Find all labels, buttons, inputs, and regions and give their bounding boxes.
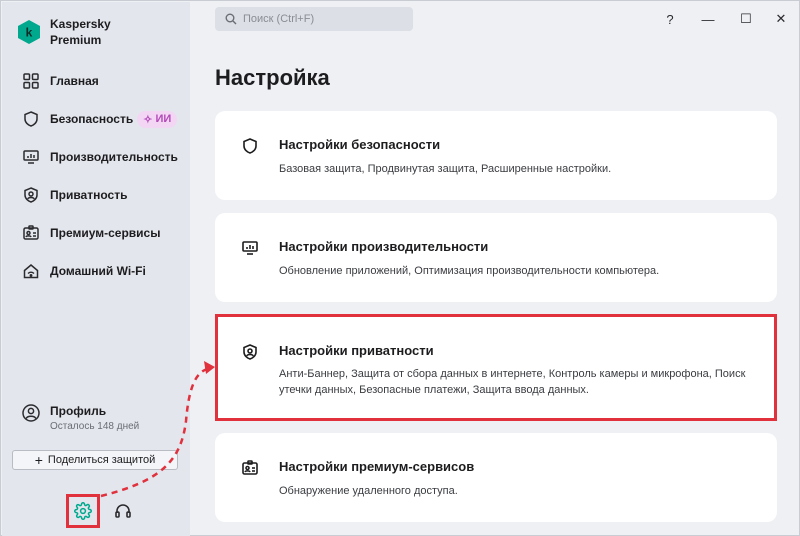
share-protection-button[interactable]: + Поделиться защитой xyxy=(12,450,178,470)
sidebar-item-label: Производительность xyxy=(50,150,178,164)
brand: k Kaspersky Premium xyxy=(18,16,111,48)
page-title: Настройка xyxy=(215,65,330,90)
share-button-label: Поделиться защитой xyxy=(47,454,156,466)
card-description: Обнаружение удаленного доступа. xyxy=(279,485,458,497)
headset-icon xyxy=(114,502,132,520)
card-security-settings[interactable]: Настройки безопасности Базовая защита, П… xyxy=(215,111,777,200)
monitor-icon xyxy=(22,148,40,166)
user-icon xyxy=(22,404,40,422)
brand-line-1: Kaspersky xyxy=(50,17,111,31)
sidebar-item-security[interactable]: Безопасность ✧ ИИ xyxy=(2,102,190,136)
home-wifi-icon xyxy=(22,262,40,280)
minimize-button[interactable]: — xyxy=(698,9,718,29)
shield-icon xyxy=(22,110,40,128)
gear-icon xyxy=(74,502,92,520)
card-title: Настройки безопасности xyxy=(279,137,441,152)
card-description: Базовая защита, Продвинутая защита, Расш… xyxy=(279,163,612,175)
id-card-icon xyxy=(241,459,259,477)
maximize-button[interactable]: ☐ xyxy=(736,9,756,29)
profile-title: Профиль xyxy=(50,404,107,418)
card-title: Настройки производительности xyxy=(279,239,489,254)
sidebar-item-label: Безопасность xyxy=(50,112,134,126)
sidebar-item-privacy[interactable]: Приватность xyxy=(2,178,190,212)
sidebar-item-premium[interactable]: Премиум-сервисы xyxy=(2,216,190,250)
profile-subtitle: Осталось 148 дней xyxy=(50,421,140,432)
sidebar-bottom-icons xyxy=(66,494,140,528)
sidebar-item-home[interactable]: Главная xyxy=(2,64,190,98)
card-premium-settings[interactable]: Настройки премиум-сервисов Обнаружение у… xyxy=(215,433,777,522)
sidebar: k Kaspersky Premium Главная Безопасность… xyxy=(2,2,190,536)
card-title: Настройки премиум-сервисов xyxy=(279,459,475,474)
card-performance-settings[interactable]: Настройки производительности Обновление … xyxy=(215,213,777,302)
monitor-icon xyxy=(241,239,259,257)
search-input[interactable]: Поиск (Ctrl+F) xyxy=(215,7,413,31)
card-description: Обновление приложений, Оптимизация произ… xyxy=(279,265,660,277)
card-title: Настройки приватности xyxy=(279,343,434,358)
id-card-icon xyxy=(22,224,40,242)
profile-button[interactable]: Профиль Осталось 148 дней xyxy=(22,404,139,432)
sidebar-item-label: Приватность xyxy=(50,188,128,202)
svg-text:k: k xyxy=(26,26,33,40)
privacy-icon xyxy=(22,186,40,204)
card-privacy-settings[interactable]: Настройки приватности Анти-Баннер, Защит… xyxy=(215,314,777,421)
sidebar-item-label: Главная xyxy=(50,74,99,88)
kaspersky-logo-icon: k xyxy=(18,20,40,44)
privacy-icon xyxy=(241,343,259,361)
support-button[interactable] xyxy=(106,494,140,528)
sidebar-item-performance[interactable]: Производительность xyxy=(2,140,190,174)
sidebar-item-label: Домашний Wi-Fi xyxy=(50,264,146,278)
sidebar-item-label: Премиум-сервисы xyxy=(50,226,161,240)
help-button[interactable]: ? xyxy=(660,9,680,29)
brand-line-2: Premium xyxy=(50,33,102,47)
brand-name: Kaspersky Premium xyxy=(50,16,111,48)
ai-badge-label: ИИ xyxy=(155,113,172,125)
close-button[interactable]: ✕ xyxy=(771,9,791,29)
app-window: k Kaspersky Premium Главная Безопасность… xyxy=(0,0,800,536)
plus-icon: + xyxy=(34,452,43,468)
card-description: Анти-Баннер, Защита от сбора данных в ин… xyxy=(279,368,746,396)
search-icon xyxy=(225,13,237,25)
sidebar-item-home-wifi[interactable]: Домашний Wi-Fi xyxy=(2,254,190,288)
sparkle-icon: ✧ xyxy=(143,113,153,126)
search-placeholder: Поиск (Ctrl+F) xyxy=(243,13,315,25)
dashboard-icon xyxy=(22,72,40,90)
shield-icon xyxy=(241,137,259,155)
ai-badge: ✧ ИИ xyxy=(137,110,178,128)
settings-button[interactable] xyxy=(66,494,100,528)
